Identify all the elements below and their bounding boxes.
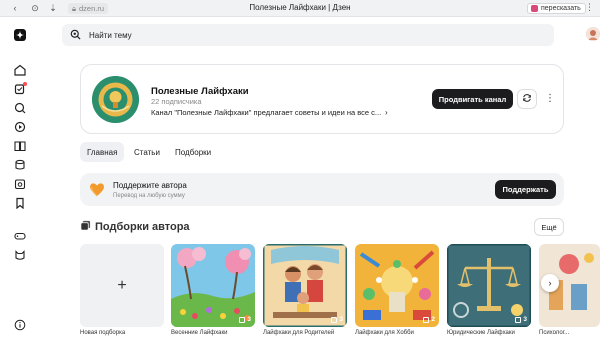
support-banner: Поддержите автора Перевод на любую сумму… xyxy=(80,173,564,206)
collection-card[interactable]: 3 xyxy=(447,244,531,327)
support-title: Поддержите автора xyxy=(113,181,187,190)
support-button[interactable]: Поддержать xyxy=(495,180,556,199)
tab-articles[interactable]: Статьи xyxy=(127,142,167,162)
collections-icon xyxy=(80,220,91,234)
home-icon[interactable] xyxy=(12,62,28,78)
collection-count: 2 xyxy=(423,316,435,323)
collection-count: 3 xyxy=(515,316,527,323)
retell-button[interactable]: пересказать xyxy=(527,3,586,14)
collection-card[interactable]: 2 xyxy=(355,244,439,327)
bookmark-icon[interactable] xyxy=(12,195,28,211)
lock-icon: 🔒︎ xyxy=(72,3,76,13)
show-all-button[interactable]: Ещё xyxy=(534,218,564,236)
download-icon[interactable]: ⇣ xyxy=(46,1,60,15)
promote-channel-button[interactable]: Продвигать канал xyxy=(432,89,513,109)
address-bar[interactable]: 🔒︎ dzen.ru xyxy=(68,3,109,14)
support-subtitle: Перевод на любую сумму xyxy=(113,193,185,199)
retell-icon xyxy=(531,5,538,12)
search-bar[interactable]: Найти тему xyxy=(62,24,554,46)
tab-main[interactable]: Главная xyxy=(80,142,125,162)
tab-collections[interactable]: Подборки xyxy=(168,142,218,162)
video-icon[interactable] xyxy=(12,119,28,135)
articles-icon[interactable] xyxy=(12,138,28,154)
channel-more-button[interactable]: ⋮ xyxy=(545,92,555,106)
dzen-logo-icon[interactable] xyxy=(12,27,28,43)
switch-channel-button[interactable] xyxy=(517,89,537,109)
retell-label: пересказать xyxy=(541,5,581,12)
collection-label: Лайфхаки для Родителей xyxy=(263,330,335,336)
notification-dot xyxy=(23,82,27,86)
subscriber-count: 22 подписчика xyxy=(151,97,202,106)
collection-label: Весенние Лайфхаки xyxy=(171,330,228,336)
games-icon[interactable] xyxy=(12,228,28,244)
search-icon xyxy=(70,29,81,42)
browser-toolbar: ‹ ⊙ ⇣ 🔒︎ dzen.ru Полезные Лайфхаки | Дзе… xyxy=(0,0,600,17)
new-collection-label: Новая подборка xyxy=(80,330,126,336)
new-collection-button[interactable]: + xyxy=(80,244,164,327)
channel-avatar xyxy=(92,76,139,123)
address-text: dzen.ru xyxy=(79,4,105,13)
pets-icon[interactable] xyxy=(12,247,28,263)
collections-heading: Подборки автора xyxy=(80,220,190,234)
heart-icon xyxy=(88,180,106,198)
back-icon[interactable]: ‹ xyxy=(8,1,22,15)
discover-icon[interactable] xyxy=(12,100,28,116)
left-sidebar xyxy=(0,17,40,340)
refresh-icon xyxy=(522,90,532,108)
browser-menu-icon[interactable]: ⋮ xyxy=(585,2,594,13)
collection-count: 3 xyxy=(239,316,251,323)
description-expand-icon[interactable]: › xyxy=(385,108,388,117)
info-icon[interactable] xyxy=(12,317,28,333)
notifications-icon[interactable] xyxy=(12,81,28,97)
channel-card: Полезные Лайфхаки 22 подписчика Канал "П… xyxy=(80,64,564,134)
chevron-right-icon: › xyxy=(548,278,552,288)
channel-description: Канал "Полезные Лайфхаки" предлагает сов… xyxy=(151,108,382,117)
channel-name[interactable]: Полезные Лайфхаки xyxy=(151,86,249,97)
carousel-next-button[interactable]: › xyxy=(541,274,559,292)
plus-icon: + xyxy=(117,276,127,294)
collection-label: Юридические Лайфхаки xyxy=(447,330,515,336)
collection-card[interactable]: 3 xyxy=(171,244,255,327)
shield-icon[interactable]: ⊙ xyxy=(28,1,42,15)
studio-icon[interactable] xyxy=(12,176,28,192)
collection-label: Лайфхаки для Хобби xyxy=(355,330,414,336)
collections-title: Подборки автора xyxy=(95,221,190,233)
user-avatar[interactable] xyxy=(586,27,600,41)
collection-label: Психолог... xyxy=(539,330,570,336)
storage-icon[interactable] xyxy=(12,157,28,173)
search-input[interactable]: Найти тему xyxy=(89,31,132,40)
collection-count: 3 xyxy=(331,316,343,323)
collection-card[interactable]: 3 xyxy=(263,244,347,327)
